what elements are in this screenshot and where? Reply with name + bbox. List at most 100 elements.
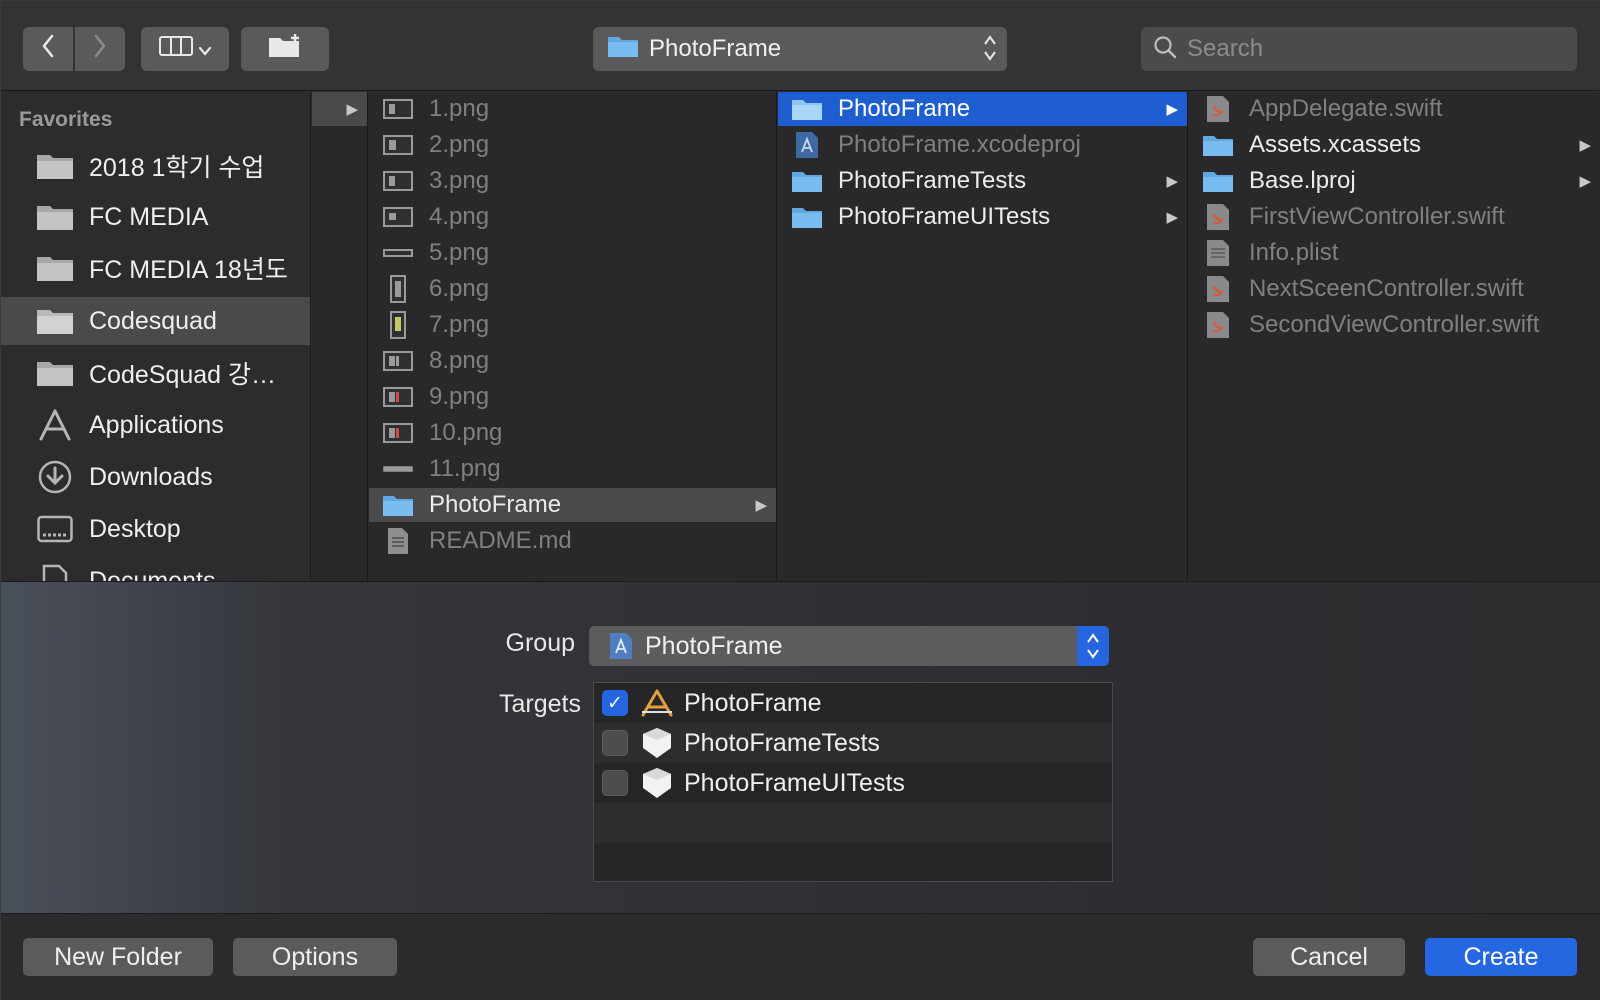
list-item[interactable]: 5.png [369, 236, 776, 270]
options-button[interactable]: Options [233, 938, 397, 976]
file-name: README.md [429, 527, 572, 554]
file-name: PhotoFrame [838, 95, 971, 122]
sidebar-header: Favorites [19, 108, 113, 131]
sidebar-item-label: Documents [89, 566, 216, 582]
list-item-selected-folder[interactable]: PhotoFrame ▶ [778, 92, 1187, 126]
forward-button[interactable] [75, 27, 125, 71]
group-label: Group [505, 629, 575, 657]
search-field[interactable] [1141, 27, 1577, 71]
create-button[interactable]: Create [1425, 938, 1577, 976]
back-button[interactable] [23, 27, 73, 71]
list-item[interactable]: PhotoFrameUITests ▶ [778, 200, 1187, 234]
list-item[interactable]: 9.png [369, 380, 776, 414]
list-item[interactable]: Base.lproj ▶ [1189, 164, 1600, 198]
image-file-icon [381, 383, 415, 411]
list-item[interactable]: SecondViewController.swift [1189, 308, 1600, 342]
target-row[interactable]: ✓ PhotoFrame [594, 683, 1112, 723]
list-item[interactable]: 4.png [369, 200, 776, 234]
group-popup[interactable]: PhotoFrame [589, 626, 1109, 666]
swift-file-icon [1201, 311, 1235, 339]
sidebar-item-fc-media[interactable]: FC MEDIA [1, 193, 310, 241]
file-name: FirstViewController.swift [1249, 203, 1505, 230]
xcodeproj-icon [609, 632, 633, 660]
list-item[interactable]: 8.png [369, 344, 776, 378]
swift-file-icon [1201, 95, 1235, 123]
file-name: Base.lproj [1249, 167, 1356, 194]
list-item[interactable]: AppDelegate.swift [1189, 92, 1600, 126]
plist-file-icon [1201, 239, 1235, 267]
target-row[interactable]: PhotoFrameUITests [594, 763, 1112, 803]
folder-icon [790, 167, 824, 195]
list-item[interactable]: NextSceenController.swift [1189, 272, 1600, 306]
target-checkbox[interactable] [602, 730, 628, 756]
image-file-icon [381, 455, 415, 483]
sidebar: Favorites 2018 1학기 수업 FC MEDIA FC MEDIA … [1, 92, 311, 581]
search-input[interactable] [1187, 35, 1567, 63]
test-bundle-icon [640, 726, 674, 760]
new-folder-button[interactable]: New Folder [23, 938, 213, 976]
search-icon [1153, 35, 1177, 64]
image-file-icon [381, 239, 415, 267]
browser-column-4: AppDelegate.swift Assets.xcassets ▶ Base… [1189, 92, 1600, 581]
view-mode-button[interactable] [141, 27, 229, 71]
sidebar-item-label: Codesquad [89, 306, 217, 335]
folder-icon [35, 358, 75, 388]
list-item-selected-folder[interactable]: PhotoFrame ▶ [369, 488, 776, 522]
sidebar-item-applications[interactable]: Applications [1, 401, 310, 449]
xcodeproj-icon [790, 131, 824, 159]
sidebar-item-downloads[interactable]: Downloads [1, 453, 310, 501]
image-file-icon [381, 311, 415, 339]
folder-icon [381, 491, 415, 519]
sidebar-item-codesquad-lecture[interactable]: CodeSquad 강… [1, 349, 310, 397]
file-name: SecondViewController.swift [1249, 311, 1540, 338]
sidebar-item-documents[interactable]: Documents [1, 557, 310, 582]
sidebar-item-fc-media-18[interactable]: FC MEDIA 18년도 [1, 244, 310, 292]
target-checkbox[interactable] [602, 770, 628, 796]
app-target-icon [640, 686, 674, 720]
list-item[interactable]: 10.png [369, 416, 776, 450]
file-name: PhotoFrameUITests [838, 203, 1051, 230]
file-name: PhotoFrame.xcodeproj [838, 131, 1081, 158]
sidebar-item-label: FC MEDIA 18년도 [89, 256, 288, 284]
list-item[interactable]: Assets.xcassets ▶ [1189, 128, 1600, 162]
list-item[interactable]: 1.png [369, 92, 776, 126]
sidebar-item-codesquad[interactable]: Codesquad [1, 297, 310, 345]
target-row[interactable]: PhotoFrameTests [594, 723, 1112, 763]
cancel-button[interactable]: Cancel [1253, 938, 1405, 976]
file-name: 1.png [429, 95, 490, 122]
browser-column-3: PhotoFrame ▶ PhotoFrame.xcodeproj PhotoF… [778, 92, 1188, 581]
target-checkbox-checked[interactable]: ✓ [602, 690, 628, 716]
targets-label: Targets [499, 690, 581, 718]
sidebar-item-2018-class[interactable]: 2018 1학기 수업 [1, 142, 310, 190]
new-folder-toolbar-button[interactable] [241, 27, 329, 71]
disclosure-triangle-icon: ▶ [1166, 101, 1178, 118]
list-item[interactable]: PhotoFrameTests ▶ [778, 164, 1187, 198]
swift-file-icon [1201, 203, 1235, 231]
list-item[interactable]: 11.png [369, 452, 776, 486]
list-item[interactable]: 6.png [369, 272, 776, 306]
file-name: 4.png [429, 203, 490, 230]
file-name: 6.png [429, 275, 490, 302]
image-file-icon [381, 275, 415, 303]
list-item[interactable]: FirstViewController.swift [1189, 200, 1600, 234]
new-folder-icon [267, 33, 303, 66]
list-item[interactable]: Info.plist [1189, 236, 1600, 270]
updown-arrows-icon [1077, 626, 1109, 666]
list-item[interactable]: 3.png [369, 164, 776, 198]
location-popup[interactable]: PhotoFrame [593, 27, 1007, 71]
list-item[interactable]: 2.png [369, 128, 776, 162]
list-item[interactable]: README.md [369, 524, 776, 558]
folder-icon [790, 95, 824, 123]
options-panel: Group PhotoFrame Targets ✓ PhotoFrame Ph… [1, 581, 1600, 913]
file-name: NextSceenController.swift [1249, 275, 1524, 302]
image-file-icon [381, 419, 415, 447]
list-item[interactable]: PhotoFrame.xcodeproj [778, 128, 1187, 162]
file-name: AppDelegate.swift [1249, 95, 1443, 122]
sidebar-item-desktop[interactable]: Desktop [1, 505, 310, 553]
disclosure-triangle-icon: ▶ [1579, 173, 1591, 190]
dialog-footer: New Folder Options Cancel Create [1, 913, 1600, 1000]
column-parent-selected-row[interactable]: ▶ [312, 92, 367, 126]
folder-icon [35, 253, 75, 283]
folder-icon [790, 203, 824, 231]
list-item[interactable]: 7.png [369, 308, 776, 342]
